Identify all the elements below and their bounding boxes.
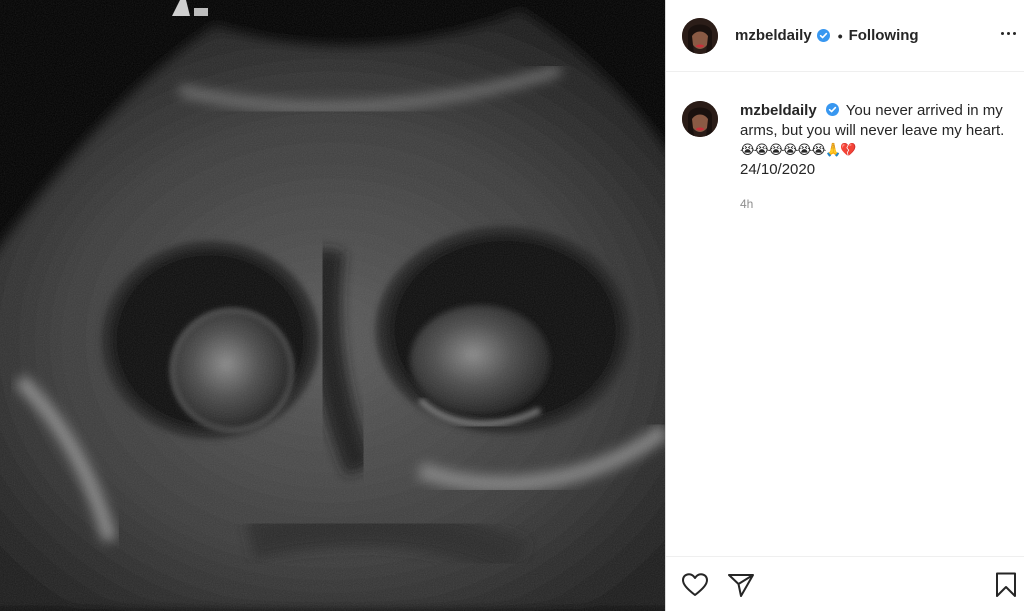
caption-emojis: 😭😭😭😭😭😭🙏💔: [740, 142, 857, 157]
post-header: mzbeldaily • Following: [666, 0, 1024, 72]
ultrasound-image: [0, 0, 665, 611]
caption-date: 24/10/2020: [740, 160, 816, 178]
post-timestamp[interactable]: 4h: [740, 197, 753, 211]
caption-text-block: mzbeldaily You never arrived in my arms,…: [740, 101, 1020, 179]
action-bar: [666, 556, 1024, 612]
verified-badge-icon: [816, 29, 830, 42]
bookmark-icon[interactable]: [992, 571, 1020, 599]
caption-username[interactable]: mzbeldaily: [740, 102, 817, 119]
post-details-panel: mzbeldaily • Following mzbeldaily You ne…: [665, 0, 1024, 611]
following-button[interactable]: Following: [849, 27, 919, 44]
paper-plane-icon[interactable]: [727, 571, 755, 599]
avatar[interactable]: [682, 101, 718, 137]
username[interactable]: mzbeldaily: [735, 27, 812, 44]
separator-dot: •: [837, 27, 843, 44]
verified-badge-icon: [825, 103, 839, 116]
avatar[interactable]: [682, 17, 718, 54]
more-options-icon[interactable]: [1000, 25, 1016, 41]
heart-icon[interactable]: [681, 571, 709, 599]
post-image[interactable]: [0, 0, 665, 611]
